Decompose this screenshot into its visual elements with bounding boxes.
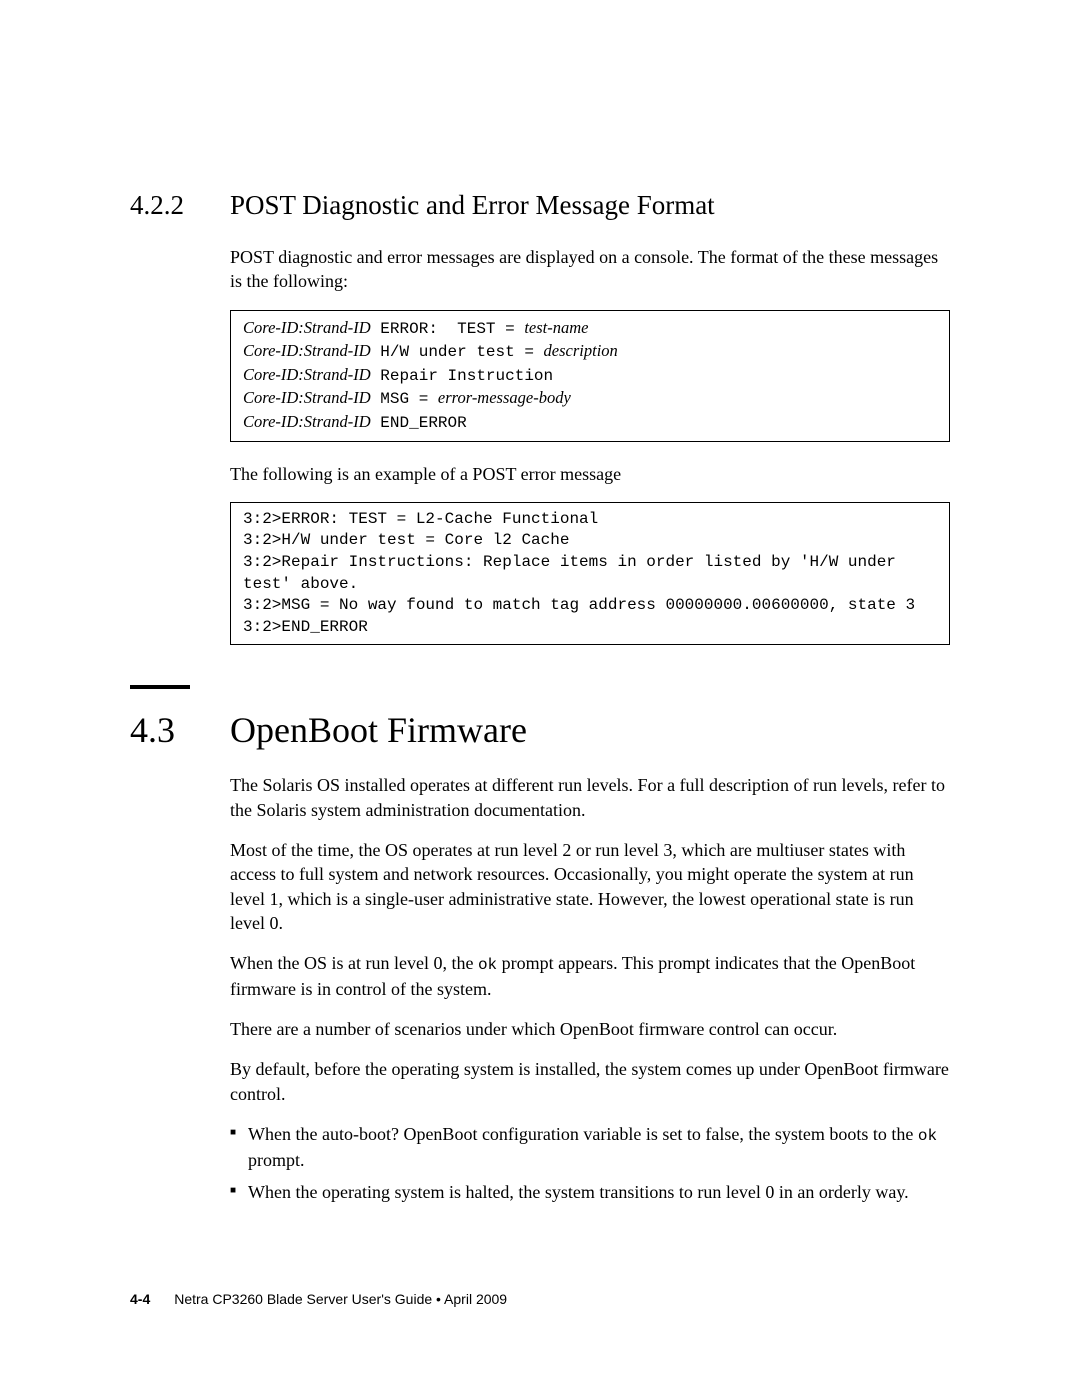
section-title: OpenBoot Firmware (230, 709, 527, 751)
example-intro-paragraph: The following is an example of a POST er… (230, 462, 950, 486)
section-43-content: The Solaris OS installed operates at dif… (230, 773, 950, 1204)
document-page: 4.2.2 POST Diagnostic and Error Message … (0, 0, 1080, 1397)
paragraph: Most of the time, the OS operates at run… (230, 838, 950, 935)
section-rule-wrap (130, 685, 950, 689)
footer-text: Netra CP3260 Blade Server User's Guide •… (174, 1291, 507, 1307)
bullet-list: When the auto-boot? OpenBoot configurati… (230, 1122, 950, 1204)
intro-paragraph: POST diagnostic and error messages are d… (230, 245, 950, 294)
section-rule (130, 685, 190, 689)
section-title: POST Diagnostic and Error Message Format (230, 190, 715, 221)
page-footer: 4-4 Netra CP3260 Blade Server User's Guid… (130, 1291, 507, 1307)
format-line-5: Core-ID:Strand-ID END_ERROR (243, 411, 937, 435)
list-item: When the auto-boot? OpenBoot configurati… (248, 1122, 950, 1172)
format-line-4: Core-ID:Strand-ID MSG = error-message-bo… (243, 387, 937, 411)
format-line-2: Core-ID:Strand-ID H/W under test = descr… (243, 340, 937, 364)
format-line-3: Core-ID:Strand-ID Repair Instruction (243, 364, 937, 388)
example-output-box: 3:2>ERROR: TEST = L2-Cache Functional 3:… (230, 502, 950, 646)
paragraph: There are a number of scenarios under wh… (230, 1017, 950, 1041)
format-line-1: Core-ID:Strand-ID ERROR: TEST = test-nam… (243, 317, 937, 341)
paragraph: The Solaris OS installed operates at dif… (230, 773, 950, 822)
subsection-heading-422: 4.2.2 POST Diagnostic and Error Message … (130, 190, 950, 221)
message-format-box: Core-ID:Strand-ID ERROR: TEST = test-nam… (230, 310, 950, 442)
paragraph: By default, before the operating system … (230, 1057, 950, 1106)
list-item: When the operating system is halted, the… (248, 1180, 950, 1204)
section-422-content: POST diagnostic and error messages are d… (230, 245, 950, 645)
section-number: 4.2.2 (130, 190, 230, 221)
section-number: 4.3 (130, 709, 230, 751)
section-heading-43: 4.3 OpenBoot Firmware (130, 709, 950, 751)
paragraph: When the OS is at run level 0, the ok pr… (230, 951, 950, 1001)
page-number: 4-4 (130, 1291, 150, 1307)
